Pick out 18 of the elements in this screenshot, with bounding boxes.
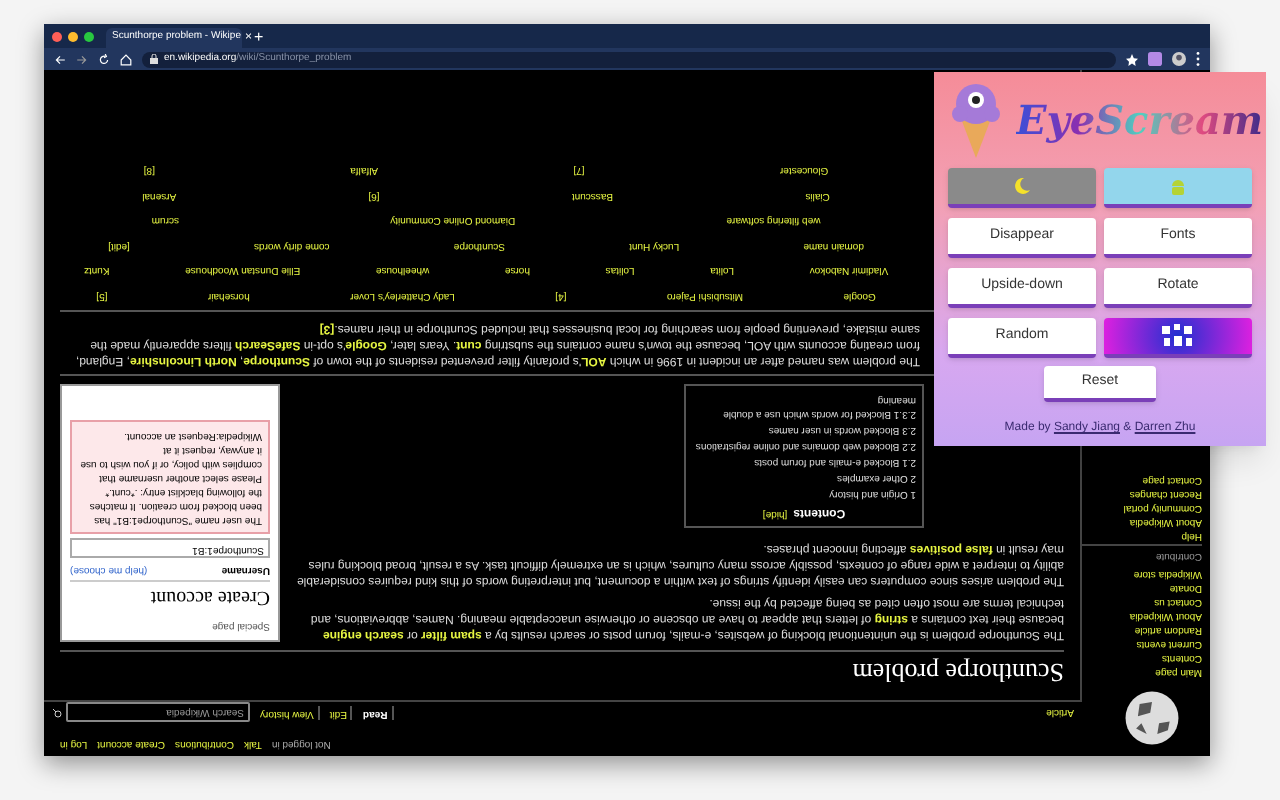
home-icon[interactable] bbox=[120, 53, 132, 65]
pattern-icon bbox=[1158, 322, 1198, 350]
reload-icon[interactable] bbox=[98, 53, 110, 65]
android-icon bbox=[1168, 176, 1188, 196]
card-heading: Create account bbox=[70, 581, 270, 613]
article-title: Scunthorpe problem bbox=[60, 650, 1064, 693]
back-icon[interactable] bbox=[54, 53, 66, 65]
pattern-button[interactable] bbox=[1104, 318, 1252, 358]
star-icon[interactable] bbox=[1126, 53, 1138, 65]
moon-icon bbox=[1012, 176, 1032, 196]
android-button[interactable] bbox=[1104, 168, 1252, 208]
globe-logo-icon[interactable] bbox=[1122, 688, 1182, 748]
new-tab-button[interactable]: + bbox=[254, 28, 264, 48]
lock-icon bbox=[150, 54, 158, 64]
forward-icon[interactable] bbox=[76, 53, 88, 65]
profile-icon[interactable] bbox=[1172, 52, 1186, 66]
search-icon[interactable] bbox=[52, 708, 62, 718]
ice-cream-logo-icon bbox=[948, 80, 1004, 160]
